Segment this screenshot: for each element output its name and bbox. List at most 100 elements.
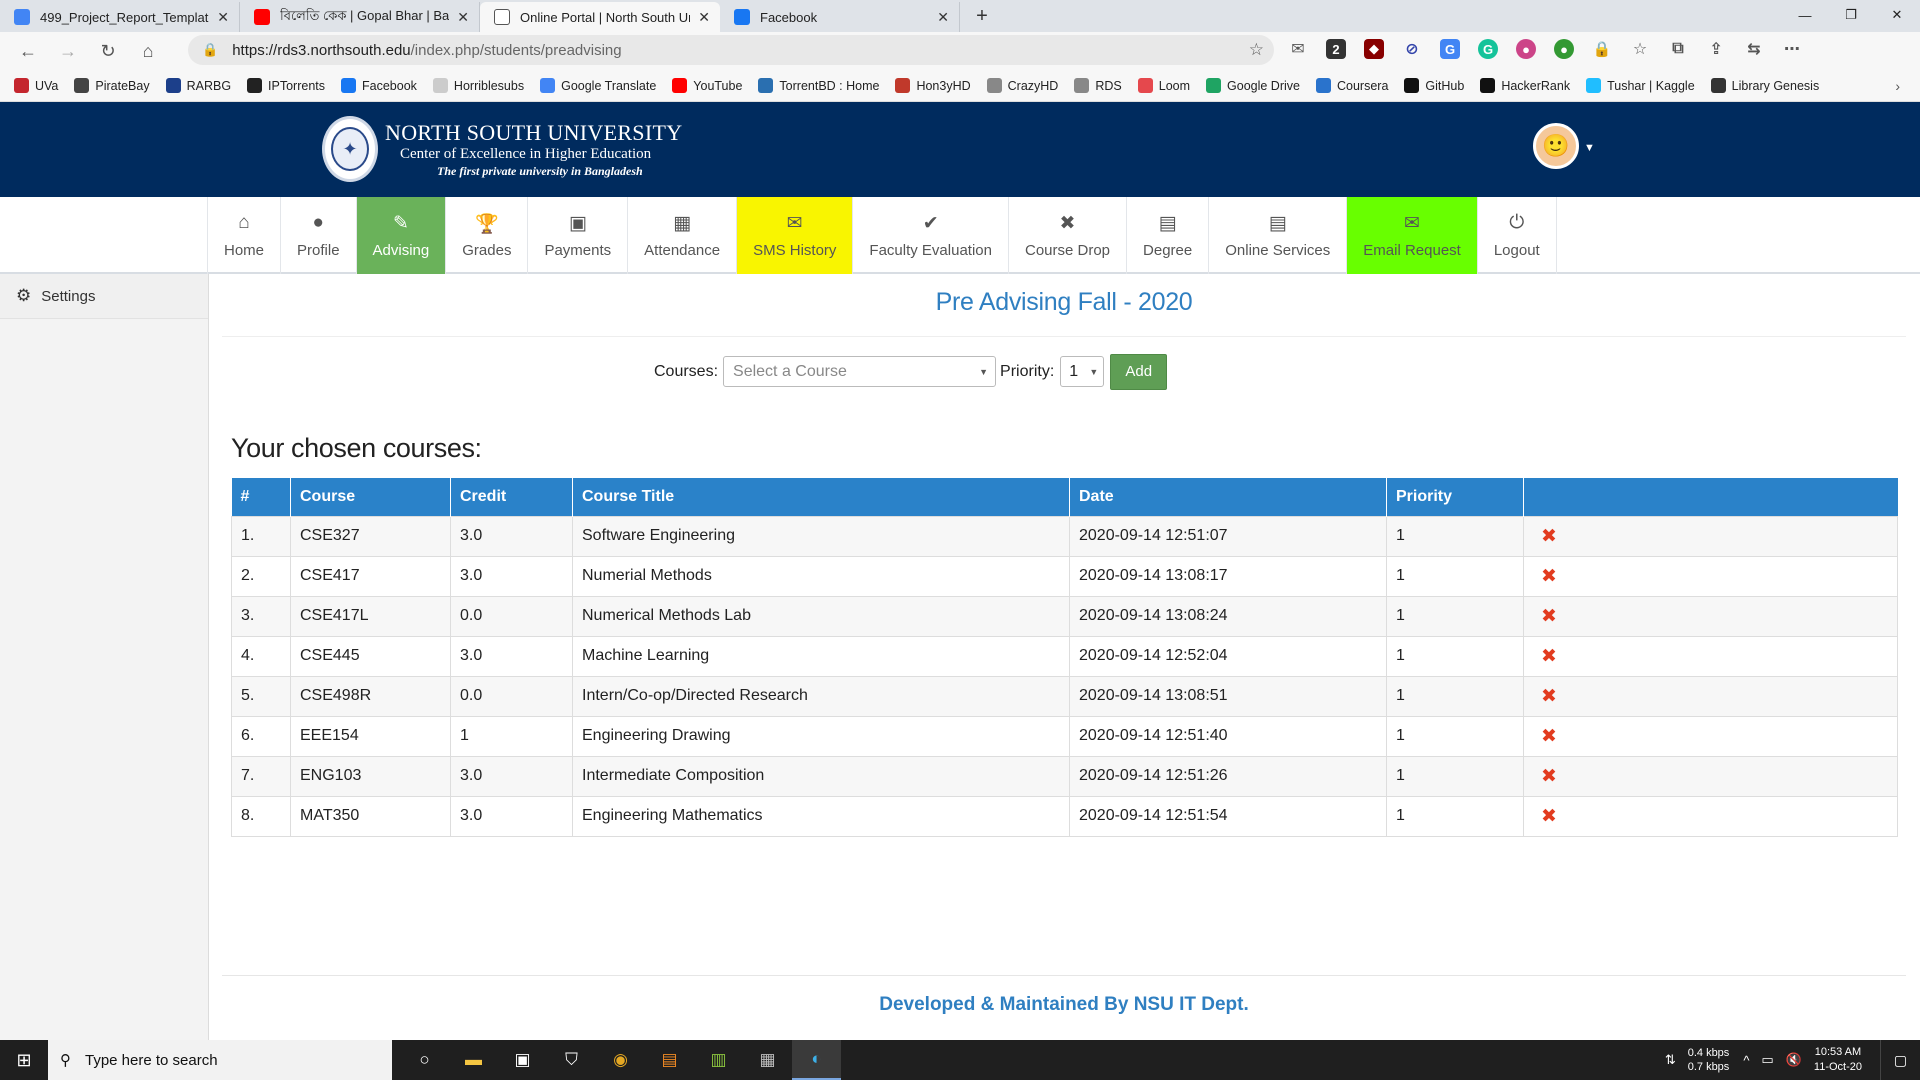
delete-icon[interactable]: ✖ [1533,686,1557,707]
bookmark-item[interactable]: YouTube [672,78,742,93]
app-icon[interactable]: ▤ [645,1040,694,1080]
delete-icon[interactable]: ✖ [1533,646,1557,667]
caret-down-icon[interactable]: ▼ [1584,142,1595,154]
bookmark-item[interactable]: PirateBay [74,78,150,93]
close-tab-icon[interactable]: ✕ [698,9,710,26]
back-icon[interactable]: ← [8,34,48,68]
windows-start-icon[interactable]: ⊞ [0,1040,48,1080]
bookmark-item[interactable]: RARBG [165,78,231,93]
favorites-icon[interactable]: ☆ [1630,39,1650,59]
notification-extension-icon[interactable]: 2 [1326,39,1346,59]
browser-tab[interactable]: Online Portal | North South Univ ✕ [480,2,720,32]
delete-icon[interactable]: ✖ [1533,726,1557,747]
block-extension-icon[interactable]: ⊘ [1402,39,1422,59]
nav-item-degree[interactable]: ▤ Degree [1127,197,1210,274]
delete-icon[interactable]: ✖ [1533,526,1557,547]
bookmark-item[interactable]: Coursera [1315,78,1388,93]
close-tab-icon[interactable]: ✕ [457,9,469,26]
bookmark-item[interactable]: UVa [14,78,58,93]
task-view-icon[interactable]: ○ [400,1040,449,1080]
refresh-icon[interactable]: ↻ [88,34,128,68]
extension-icon[interactable]: ● [1554,39,1574,59]
forward-icon[interactable]: → [48,34,88,68]
bookmark-item[interactable]: Library Genesis [1710,78,1819,93]
nav-item-grades[interactable]: 🏆 Grades [446,197,529,274]
browser-tab[interactable]: 499_Project_Report_Template.do ✕ [0,2,240,32]
url-bar[interactable]: 🔒 https://rds3.northsouth.edu/index.php/… [188,35,1274,65]
notepad-icon[interactable]: ▥ [694,1040,743,1080]
minimize-button[interactable]: — [1782,0,1828,30]
delete-icon[interactable]: ✖ [1533,566,1557,587]
bookmark-item[interactable]: GitHub [1404,78,1464,93]
nav-item-faculty-evaluation[interactable]: ✔ Faculty Evaluation [853,197,1009,274]
favorite-star-icon[interactable]: ☆ [1249,40,1264,60]
nav-item-email-request[interactable]: ✉ Email Request [1347,197,1478,274]
collections-icon[interactable]: ⧉ [1668,39,1688,59]
close-window-button[interactable]: ✕ [1874,0,1920,30]
chevron-up-icon[interactable]: ^ [1743,1053,1749,1068]
calculator-icon[interactable]: ▦ [743,1040,792,1080]
bookmark-item[interactable]: IPTorrents [247,78,325,93]
grammarly-icon[interactable]: G [1478,39,1498,59]
new-tab-button[interactable]: + [968,2,996,30]
menu-icon[interactable]: ⋯ [1782,39,1802,59]
taskbar-search[interactable]: ⚲ Type here to search [48,1040,392,1080]
bookmark-item[interactable]: Tushar | Kaggle [1586,78,1695,93]
maximize-button[interactable]: ❐ [1828,0,1874,30]
bookmark-item[interactable]: Hon3yHD [895,78,971,93]
bookmark-item[interactable]: RDS [1074,78,1122,93]
bookmark-item[interactable]: Horriblesubs [432,78,524,93]
nav-item-sms-history[interactable]: ✉ SMS History [737,197,854,274]
extension-icon[interactable]: ⇆ [1744,39,1764,59]
avatar[interactable]: 🙂 [1533,123,1579,169]
file-explorer-icon[interactable]: ▬ [449,1040,498,1080]
close-tab-icon[interactable]: ✕ [217,9,229,26]
nav-item-profile[interactable]: ● Profile [281,197,357,274]
delete-icon[interactable]: ✖ [1533,766,1557,787]
nav-item-online-services[interactable]: ▤ Online Services [1209,197,1348,274]
bookmark-item[interactable]: TorrentBD : Home [758,78,879,93]
course-select[interactable]: Select a Course ▼ [723,356,997,387]
browser-tab[interactable]: বিলেতি কেক | Gopal Bhar | Bangl ✕ [240,2,480,32]
app-icon[interactable]: ▣ [498,1040,547,1080]
advised-date: 2020-09-14 13:08:51 [1069,675,1387,717]
bookmark-item[interactable]: Google Drive [1206,78,1300,93]
bookmark-item[interactable]: Loom [1137,78,1190,93]
edge-browser-icon[interactable]: ◐ [792,1040,841,1080]
taskbar-clock[interactable]: 10:53 AM 11-Oct-20 [1814,1045,1862,1075]
lock-extension-icon[interactable]: 🔒 [1592,39,1612,59]
network-icon[interactable]: ▭ [1761,1052,1773,1068]
chrome-icon[interactable]: ◉ [596,1040,645,1080]
chevron-right-icon[interactable]: › [1895,78,1900,94]
sidebar-item-settings[interactable]: ⚙ Settings [0,274,208,319]
nav-item-payments[interactable]: ▣ Payments [528,197,629,274]
bookmark-item[interactable]: HackerRank [1480,78,1570,93]
delete-icon[interactable]: ✖ [1533,606,1557,627]
bookmarks-bar: UVa PirateBay RARBG IPTorrents Facebook Horri… [0,70,1920,102]
table-row: 1. CSE327 3.0 Software Engineering 2020-09-1… [231,515,1898,557]
translate-extension-icon[interactable]: G [1440,39,1460,59]
browser-tab[interactable]: Facebook ✕ [720,2,960,32]
nav-item-advising[interactable]: ✎ Advising [356,197,447,274]
home-icon[interactable]: ⌂ [128,34,168,68]
nsu-seal-logo[interactable]: ✦ [322,116,378,182]
delete-icon[interactable]: ✖ [1533,806,1557,827]
security-shield-icon[interactable]: ⛉ [547,1040,596,1080]
priority-select[interactable]: 1 ▼ [1060,356,1105,387]
nav-item-attendance[interactable]: ▦ Attendance [628,197,738,274]
bookmark-item[interactable]: Google Translate [540,78,656,93]
nav-item-course-drop[interactable]: ✖ Course Drop [1009,197,1128,274]
ublock-icon[interactable]: ◆ [1364,39,1384,59]
add-course-button[interactable]: Add [1110,353,1168,390]
share-icon[interactable]: ⇪ [1706,39,1726,59]
nav-item-home[interactable]: ⌂ Home [207,197,282,274]
bookmark-item[interactable]: Facebook [341,78,417,93]
close-tab-icon[interactable]: ✕ [937,9,949,26]
site-logo-text[interactable]: NORTH SOUTH UNIVERSITY Center of Excelle… [385,120,682,179]
extension-icon[interactable]: ● [1516,39,1536,59]
mail-extension-icon[interactable]: ✉ [1288,39,1308,59]
volume-muted-icon[interactable]: 🔇 [1786,1052,1802,1068]
nav-item-logout[interactable]: ⏻ Logout [1478,197,1557,274]
notifications-icon[interactable]: ▢ [1880,1040,1920,1080]
bookmark-item[interactable]: CrazyHD [986,78,1058,93]
